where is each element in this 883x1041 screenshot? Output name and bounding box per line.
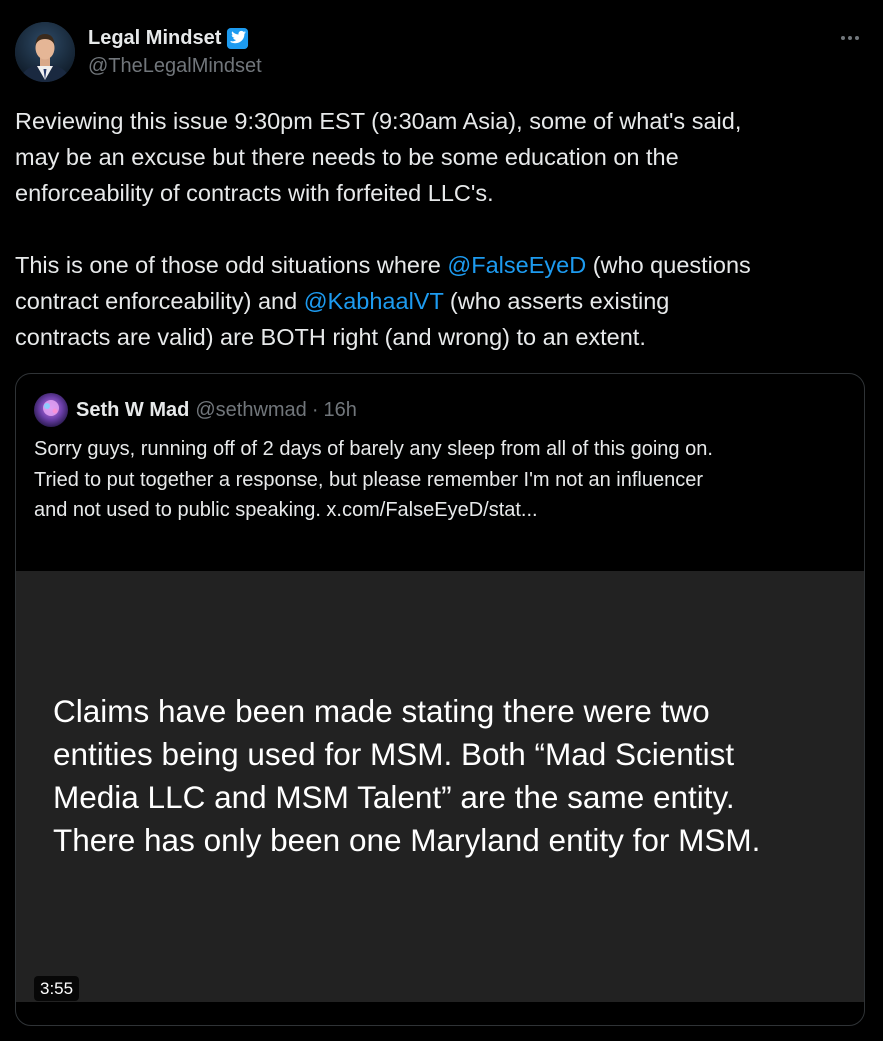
video-text-line: Media LLC and MSM Talent” are the same e… [53, 779, 735, 815]
quoted-tweet-text: Sorry guys, running off of 2 days of bar… [34, 434, 713, 526]
quoted-text-line: Tried to put together a response, but pl… [34, 468, 704, 491]
tweet-text-segment: enforceability of contracts with forfeit… [15, 180, 494, 206]
author-display-name[interactable]: Legal Mindset [88, 27, 221, 50]
tweet-text-line [15, 211, 868, 247]
tweet-text-segment: (who questions [586, 252, 751, 278]
author-name-row: Legal Mindset [88, 26, 249, 50]
tweet-text-line: contracts are valid) are BOTH right (and… [15, 319, 868, 355]
video-text-line: entities being used for MSM. Both “Mad S… [53, 736, 735, 772]
mention-link[interactable]: @KabhaalVT [304, 288, 444, 314]
video-text-line: Claims have been made stating there were… [53, 693, 710, 729]
tweet-text-segment: Reviewing this issue 9:30pm EST (9:30am … [15, 108, 742, 134]
tweet-text-line: may be an excuse but there needs to be s… [15, 139, 868, 175]
tweet-text-segment: (who asserts existing [443, 288, 670, 314]
tweet-text-segment: may be an excuse but there needs to be s… [15, 144, 679, 170]
quoted-text-line: Sorry guys, running off of 2 days of bar… [34, 438, 713, 460]
author-handle[interactable]: @TheLegalMindset [88, 55, 262, 78]
quoted-display-name[interactable]: Seth W Mad [76, 399, 189, 422]
tweet-text-line: contract enforceability) and @KabhaalVT … [15, 283, 868, 319]
tweet-text-line: This is one of those odd situations wher… [15, 247, 868, 283]
tweet-text-line: enforceability of contracts with forfeit… [15, 175, 868, 211]
video-frame-text: Claims have been made stating there were… [53, 690, 760, 862]
mention-link[interactable]: @FalseEyeD [447, 252, 586, 278]
tweet-text: Reviewing this issue 9:30pm EST (9:30am … [15, 103, 868, 355]
quoted-avatar[interactable] [34, 393, 68, 427]
quoted-handle[interactable]: @sethwmad [195, 399, 306, 422]
video-duration-badge: 3:55 [34, 976, 80, 1001]
quoted-tweet-card[interactable]: Seth W Mad @sethwmad · 16h Sorry guys, r… [15, 373, 865, 1026]
tweet-text-line: Reviewing this issue 9:30pm EST (9:30am … [15, 103, 868, 139]
verified-badge-icon[interactable] [226, 27, 249, 50]
avatar[interactable] [15, 22, 75, 82]
video-text-line: There has only been one Maryland entity … [53, 822, 761, 858]
more-options-icon[interactable] [838, 28, 862, 48]
video-player[interactable]: Claims have been made stating there were… [16, 571, 864, 1002]
tweet-text-segment: This is one of those odd situations wher… [15, 252, 448, 278]
dot-separator: · [311, 398, 319, 421]
tweet-text-segment: contracts are valid) are BOTH right (and… [15, 324, 646, 350]
quoted-text-line: and not used to public speaking. x.com/F… [34, 499, 538, 521]
tweet-text-segment: contract enforceability) and [15, 288, 304, 314]
quoted-timestamp[interactable]: 16h [323, 399, 356, 422]
quoted-tweet-header: Seth W Mad @sethwmad · 16h [34, 393, 357, 427]
tweet-header: Legal Mindset @TheLegalMindset [15, 22, 868, 84]
